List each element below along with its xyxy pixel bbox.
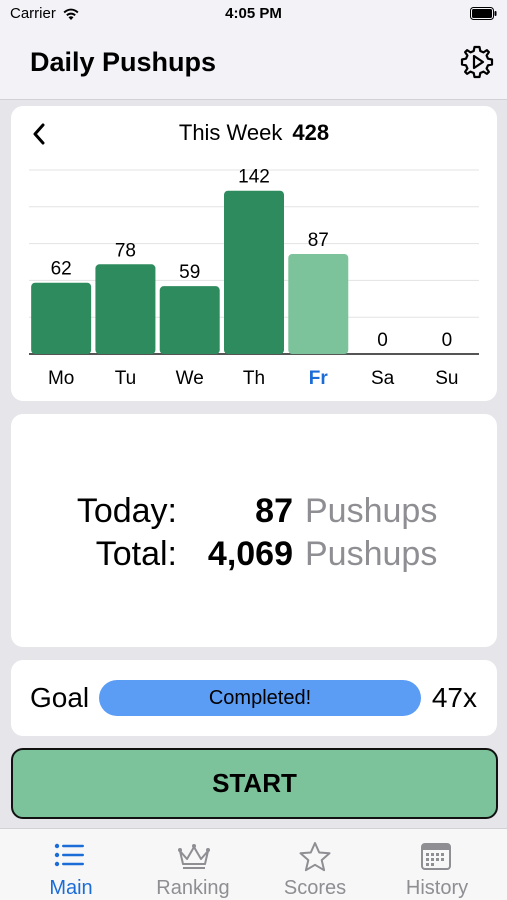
chart-bar [95,264,156,354]
settings-gear-icon[interactable] [459,44,495,80]
goal-label: Goal [30,682,90,713]
weekly-bar-chart: 62 Mo 78 Tu 59 We 142 Th 87 Fr 0 Sa 0 Su [29,167,479,389]
today-row: Today: 87 Pushups [11,492,497,536]
total-row: Total: 4,069 Pushups [11,535,497,579]
chart-category-label: Sa [371,368,395,389]
tab-history[interactable]: History [374,829,500,900]
tab-bar: Main Ranking Scores History [0,828,507,900]
tab-history-label: History [405,877,469,899]
list-icon [54,843,84,867]
chart-category-label: Su [435,368,458,389]
tab-scores[interactable]: Scores [252,829,378,900]
today-unit: Pushups [305,492,438,530]
tab-main[interactable]: Main [8,829,134,900]
start-button-label: START [212,768,297,798]
chart-bar [224,190,284,354]
chart-category-label: Tu [115,368,136,389]
chart-value-label: 0 [442,330,453,351]
page-title: Daily Pushups [30,47,217,77]
chart-bar [288,253,349,354]
week-chart-card: This Week 428 62 Mo 78 Tu 59 We 142 Th 87 Fr 0 Sa 0 Su [11,106,497,401]
start-button[interactable]: START [11,748,498,819]
chart-value-label: 142 [238,167,270,188]
star-icon [299,842,331,872]
tab-main-label: Main [49,877,93,899]
calendar-icon [421,843,451,870]
nav-header: Daily Pushups [0,28,507,100]
status-bar: Carrier 4:05 PM [0,0,507,28]
chart-category-label: Fr [309,368,329,389]
tab-ranking-label: Ranking [156,877,230,899]
chart-value-label: 59 [179,262,200,283]
chart-value-label: 87 [308,230,329,251]
goal-status: Completed! [208,686,312,709]
stats-card: Today: 87 Pushups Total: 4,069 Pushups [11,414,497,647]
today-value: 87 [255,492,293,530]
chart-category-label: We [176,368,204,389]
goal-progress-bar: Completed! [99,680,421,716]
status-time: 4:05 PM [225,5,282,22]
chart-bar [31,282,92,354]
tab-ranking[interactable]: Ranking [130,829,256,900]
goal-card: Goal Completed! 47x [11,660,497,736]
total-unit: Pushups [305,535,438,573]
chart-category-label: Mo [48,368,74,389]
chart-value-label: 0 [377,330,388,351]
chart-value-label: 62 [51,259,72,280]
crown-icon [178,844,210,869]
chart-category-label: Th [243,368,265,389]
tab-scores-label: Scores [283,877,347,899]
chart-value-label: 78 [115,240,136,261]
total-value: 4,069 [207,535,293,573]
total-label: Total: [95,535,177,573]
chart-bar [159,286,220,354]
battery-icon [470,7,497,20]
today-label: Today: [76,492,177,530]
goal-count: 47x [431,682,477,713]
